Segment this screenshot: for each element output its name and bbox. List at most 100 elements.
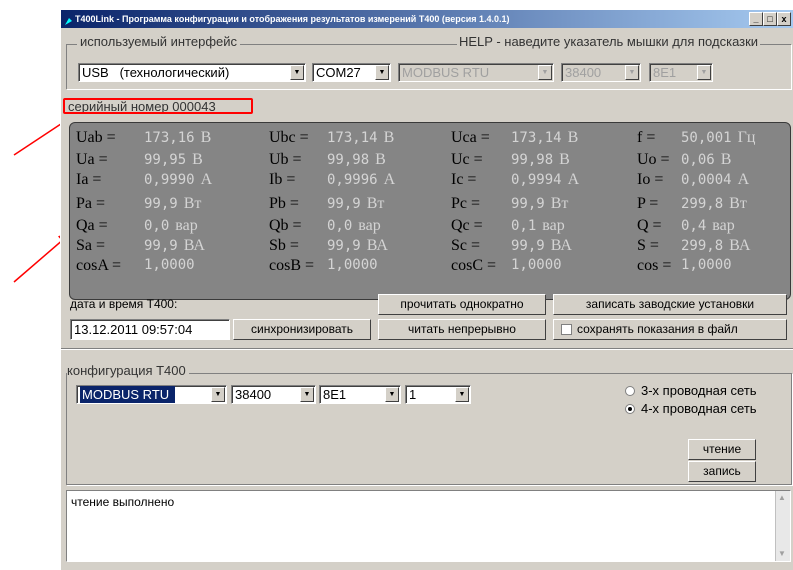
measurement-unit: В bbox=[383, 129, 395, 146]
config-group-label: конфигурация T400 bbox=[67, 363, 189, 378]
measurement-name: Uab = bbox=[76, 129, 116, 146]
port-value: COM27 bbox=[316, 65, 361, 80]
save-to-file-label: сохранять показания в файл bbox=[577, 322, 738, 336]
measurement-number: 0,9990 bbox=[144, 172, 195, 188]
measurement-number: 99,98 bbox=[511, 152, 554, 168]
measurement-value: 0,1 вар bbox=[511, 217, 565, 235]
measurement-value: 99,9 Вт bbox=[144, 195, 201, 213]
status-log[interactable]: чтение выполнено ▲ ▼ bbox=[66, 490, 791, 562]
protocol-select: MODBUS RTU ▼ bbox=[398, 63, 554, 82]
measurement-name: Ua = bbox=[76, 151, 108, 168]
config-format-select[interactable]: 8E1 ▼ bbox=[319, 385, 401, 404]
measurements-panel: Uab = 173,16 В Ubc = 173,14 В Uca = 173,14 Вf = 5… bbox=[69, 122, 791, 300]
measurement-row: Qa = 0,0 вар Qb = 0,0 вар Qc = 0,1 вар Q = 0,4 вар bbox=[70, 217, 790, 237]
measurement-unit: В bbox=[375, 151, 386, 168]
title-bar[interactable]: T400Link - Программа конфигурации и отоб… bbox=[61, 10, 793, 28]
chevron-down-icon[interactable]: ▼ bbox=[375, 65, 389, 80]
save-checkbox[interactable] bbox=[561, 324, 572, 335]
measurement-unit: вар bbox=[175, 217, 198, 234]
measurement-name: Sc = bbox=[451, 237, 481, 254]
measurement-number: 99,9 bbox=[144, 238, 178, 254]
measurement-row: cosA = 1,0000 cosB = 1,0000 cosC = 1,0000 cos … bbox=[70, 257, 790, 277]
format-value: 8E1 bbox=[653, 65, 677, 80]
measurement-unit: Вт bbox=[183, 195, 202, 212]
measurement-unit: Гц bbox=[737, 129, 756, 146]
config-protocol-select[interactable]: MODBUS RTU ▼ bbox=[76, 385, 227, 404]
measurement-value: 0,9994 А bbox=[511, 171, 579, 189]
measurement-name: Ic = bbox=[451, 171, 477, 188]
measurement-unit: вар bbox=[542, 217, 565, 234]
measurement-name: Sb = bbox=[269, 237, 299, 254]
radio-3wire[interactable] bbox=[625, 386, 635, 396]
measurement-name: cosC = bbox=[451, 257, 497, 274]
measurement-unit: ВА bbox=[550, 237, 572, 254]
measurement-name: Uca = bbox=[451, 129, 490, 146]
config-baud-select[interactable]: 38400 ▼ bbox=[231, 385, 316, 404]
read-once-button[interactable]: прочитать однократно bbox=[378, 294, 546, 315]
measurement-name: Sa = bbox=[76, 237, 106, 254]
log-text: чтение выполнено bbox=[71, 495, 175, 509]
measurement-number: 0,0 bbox=[327, 218, 353, 234]
measurement-name: Pc = bbox=[451, 195, 481, 212]
measurement-value: 99,9 ВА bbox=[144, 237, 205, 255]
interface-type-select[interactable]: USB (технологический) ▼ bbox=[78, 63, 306, 82]
measurement-value: 173,14 В bbox=[511, 129, 578, 147]
datetime-value: 13.12.2011 09:57:04 bbox=[74, 322, 193, 337]
measurement-value: 99,98 В bbox=[327, 151, 386, 169]
close-button[interactable]: x bbox=[777, 12, 791, 26]
config-address-select[interactable]: 1 ▼ bbox=[405, 385, 471, 404]
measurement-number: 99,9 bbox=[511, 196, 545, 212]
measurement-number: 99,98 bbox=[327, 152, 370, 168]
datetime-label: дата и время T400: bbox=[70, 297, 178, 311]
measurement-value: 99,9 Вт bbox=[511, 195, 568, 213]
measurement-name: Ia = bbox=[76, 171, 102, 188]
measurement-name: Qa = bbox=[76, 217, 108, 234]
radio-3wire-label[interactable]: 3-х проводная сеть bbox=[641, 383, 757, 398]
datetime-field[interactable]: 13.12.2011 09:57:04 bbox=[70, 319, 230, 340]
measurement-number: 173,14 bbox=[511, 130, 562, 146]
maximize-button[interactable]: □ bbox=[763, 12, 777, 26]
measurement-unit: Вт bbox=[550, 195, 569, 212]
measurement-number: 0,9994 bbox=[511, 172, 562, 188]
measurement-value: 1,0000 bbox=[144, 257, 195, 273]
chevron-down-icon[interactable]: ▼ bbox=[455, 387, 469, 402]
measurement-unit: А bbox=[383, 171, 396, 188]
log-scrollbar[interactable]: ▲ ▼ bbox=[775, 491, 790, 561]
read-continuous-button[interactable]: читать непрерывно bbox=[378, 319, 546, 340]
sync-button[interactable]: синхронизировать bbox=[233, 319, 371, 340]
scroll-up-icon[interactable]: ▲ bbox=[778, 493, 786, 502]
measurement-row: Pa = 99,9 Вт Pb = 99,9 Вт Pc = 99,9 Вт P = 299,8 Вт bbox=[70, 195, 790, 215]
radio-4wire[interactable] bbox=[625, 404, 635, 414]
baud-select: 38400 ▼ bbox=[561, 63, 641, 82]
measurement-value: 50,001 Гц bbox=[681, 129, 755, 147]
measurement-number: 0,4 bbox=[681, 218, 707, 234]
measurement-name: Qc = bbox=[451, 217, 483, 234]
port-select[interactable]: COM27 ▼ bbox=[312, 63, 391, 82]
chevron-down-icon[interactable]: ▼ bbox=[290, 65, 304, 80]
measurement-number: 0,0004 bbox=[681, 172, 732, 188]
chevron-down-icon[interactable]: ▼ bbox=[300, 387, 314, 402]
measurement-name: Ub = bbox=[269, 151, 302, 168]
measurement-unit: В bbox=[200, 129, 212, 146]
measurement-unit: А bbox=[737, 171, 750, 188]
write-factory-button[interactable]: записать заводские установки bbox=[553, 294, 787, 315]
measurement-name: cosA = bbox=[76, 257, 122, 274]
chevron-down-icon[interactable]: ▼ bbox=[385, 387, 399, 402]
measurement-number: 1,0000 bbox=[327, 257, 378, 273]
measurement-value: 1,0000 bbox=[681, 257, 732, 273]
measurement-value: 0,0 вар bbox=[144, 217, 198, 235]
chevron-down-icon[interactable]: ▼ bbox=[211, 387, 225, 402]
measurement-name: Uo = bbox=[637, 151, 670, 168]
measurement-number: 99,9 bbox=[144, 196, 178, 212]
minimize-button[interactable]: _ bbox=[749, 12, 763, 26]
save-to-file-toggle[interactable]: сохранять показания в файл bbox=[553, 319, 787, 340]
measurement-value: 0,0 вар bbox=[327, 217, 381, 235]
scroll-down-icon[interactable]: ▼ bbox=[778, 549, 786, 558]
measurement-number: 0,0 bbox=[144, 218, 170, 234]
write-config-button[interactable]: запись bbox=[688, 461, 756, 482]
measurement-name: Pb = bbox=[269, 195, 299, 212]
radio-4wire-label[interactable]: 4-х проводная сеть bbox=[641, 401, 757, 416]
measurement-name: cos = bbox=[637, 257, 672, 274]
format-select: 8E1 ▼ bbox=[649, 63, 713, 82]
read-config-button[interactable]: чтение bbox=[688, 439, 756, 460]
